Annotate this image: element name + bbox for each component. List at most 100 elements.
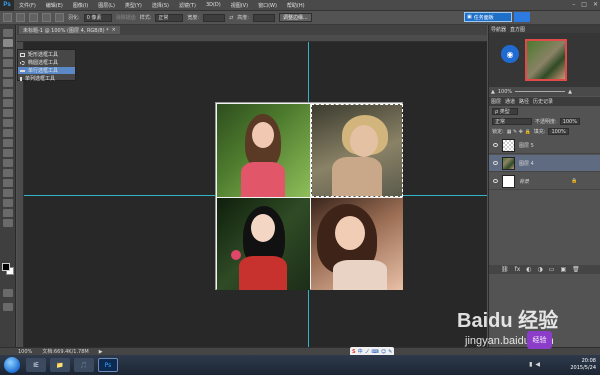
- foreground-color-swatch[interactable]: [2, 263, 10, 271]
- layer-mask-icon[interactable]: ◐: [526, 266, 531, 273]
- handwriting-icon[interactable]: ✎: [388, 349, 392, 355]
- link-layers-icon[interactable]: ⛓: [501, 266, 509, 273]
- crop-tool-icon[interactable]: [3, 69, 13, 77]
- zoom-in-icon[interactable]: ▲: [568, 89, 572, 95]
- add-selection-icon[interactable]: [29, 13, 38, 22]
- swap-icon[interactable]: ⇄: [229, 15, 233, 21]
- eyedropper-tool-icon[interactable]: [3, 79, 13, 87]
- dodge-tool-icon[interactable]: [3, 159, 13, 167]
- lock-icons[interactable]: ▦ ✎ ✥ 🔒: [507, 129, 531, 135]
- eraser-tool-icon[interactable]: [3, 129, 13, 137]
- subtract-selection-icon[interactable]: [42, 13, 51, 22]
- blend-mode-select[interactable]: 正常: [492, 118, 532, 125]
- zoom-tool-icon[interactable]: [3, 219, 13, 227]
- history-brush-tool-icon[interactable]: [3, 119, 13, 127]
- menu-window[interactable]: 窗口(W): [253, 2, 282, 9]
- feather-input[interactable]: 0 像素: [83, 13, 112, 22]
- tab-channels[interactable]: 通道: [505, 98, 515, 105]
- layer-row[interactable]: 背景 🔒: [489, 173, 600, 190]
- healing-brush-tool-icon[interactable]: [3, 89, 13, 97]
- emoji-icon[interactable]: ☺: [381, 349, 386, 355]
- taskbar-ie[interactable]: IE: [26, 358, 46, 372]
- sogou-icon[interactable]: S: [352, 349, 356, 355]
- new-group-icon[interactable]: ▭: [549, 266, 555, 273]
- taskbar-clock[interactable]: 20:08 2015/5/24: [570, 358, 596, 372]
- task-panel-badge[interactable]: ▣ 任务面板: [464, 12, 512, 22]
- brush-tool-icon[interactable]: [3, 99, 13, 107]
- menu-filter[interactable]: 滤镜(T): [174, 2, 201, 9]
- flyout-item-elliptical-marquee[interactable]: 椭圆选框工具: [18, 59, 75, 66]
- new-selection-icon[interactable]: [16, 13, 25, 22]
- flyout-item-rectangular-marquee[interactable]: 矩形选框工具: [18, 51, 75, 58]
- close-icon[interactable]: ✕: [593, 1, 598, 8]
- eye-icon[interactable]: [493, 143, 498, 147]
- antialias-checkbox[interactable]: 消除锯齿: [116, 14, 136, 21]
- clone-stamp-tool-icon[interactable]: [3, 109, 13, 117]
- taskbar-media[interactable]: 🎵: [74, 358, 94, 372]
- lasso-tool-icon[interactable]: [3, 49, 13, 57]
- volume-icon[interactable]: ◀: [535, 361, 540, 368]
- quick-mask-icon[interactable]: [3, 289, 13, 297]
- navigator-preview[interactable]: ◉: [489, 33, 600, 87]
- menu-type[interactable]: 类型(Y): [120, 2, 147, 9]
- marquee-tool-preset-icon[interactable]: [3, 13, 12, 22]
- taskbar-photoshop[interactable]: Ps: [98, 358, 118, 372]
- document-canvas[interactable]: [215, 102, 403, 290]
- horizontal-ruler[interactable]: [17, 35, 487, 42]
- tab-paths[interactable]: 路径: [519, 98, 529, 105]
- menu-3d[interactable]: 3D(D): [201, 2, 226, 8]
- flyout-item-single-row-marquee[interactable]: 单行选框工具: [18, 67, 75, 74]
- close-tab-icon[interactable]: ×: [112, 27, 116, 33]
- layer-kind-select[interactable]: ρ 类型: [492, 108, 518, 115]
- gradient-tool-icon[interactable]: [3, 139, 13, 147]
- menu-help[interactable]: 帮助(H): [282, 2, 310, 9]
- menu-view[interactable]: 视图(V): [226, 2, 253, 9]
- delete-layer-icon[interactable]: 🗑: [572, 266, 580, 273]
- type-tool-icon[interactable]: [3, 179, 13, 187]
- width-input[interactable]: [203, 13, 226, 22]
- quick-select-tool-icon[interactable]: [3, 59, 13, 67]
- adjustment-layer-icon[interactable]: ◑: [538, 266, 543, 273]
- new-layer-icon[interactable]: ▣: [560, 266, 566, 273]
- tab-navigator[interactable]: 导航器: [491, 26, 506, 33]
- menu-layer[interactable]: 图层(L): [93, 2, 120, 9]
- layer-row[interactable]: 图层 5: [489, 137, 600, 154]
- start-button[interactable]: [4, 357, 20, 373]
- navigator-view-box[interactable]: [525, 39, 567, 81]
- restore-icon[interactable]: □: [581, 1, 587, 8]
- status-arrow-icon[interactable]: ▶: [99, 349, 103, 355]
- marquee-tool-icon[interactable]: [3, 39, 13, 47]
- opacity-input[interactable]: 100%: [559, 118, 580, 125]
- navigator-zoom-value[interactable]: 100%: [498, 89, 512, 95]
- minimize-icon[interactable]: –: [572, 1, 575, 8]
- flyout-item-single-column-marquee[interactable]: 单列选框工具: [18, 75, 75, 82]
- network-icon[interactable]: ▮: [529, 361, 532, 368]
- menu-select[interactable]: 选择(S): [147, 2, 174, 9]
- layer-style-icon[interactable]: fx: [515, 266, 521, 273]
- hand-tool-icon[interactable]: [3, 209, 13, 217]
- tab-history[interactable]: 历史记录: [533, 98, 553, 105]
- screen-mode-icon[interactable]: [3, 303, 13, 311]
- intersect-selection-icon[interactable]: [55, 13, 64, 22]
- shape-tool-icon[interactable]: [3, 199, 13, 207]
- menu-image[interactable]: 图像(I): [68, 2, 93, 9]
- zoom-slider[interactable]: [515, 91, 566, 92]
- height-input[interactable]: [252, 13, 275, 22]
- chinese-mode-icon[interactable]: 中: [358, 348, 363, 355]
- move-tool-icon[interactable]: [3, 29, 13, 37]
- workspace-select[interactable]: [514, 12, 530, 22]
- refine-edge-button[interactable]: 调整边缘...: [278, 13, 312, 22]
- document-tab[interactable]: 未标题-1 @ 100% (图层 4, RGB/8) * ×: [19, 26, 120, 34]
- blur-tool-icon[interactable]: [3, 149, 13, 157]
- eye-icon[interactable]: [493, 161, 498, 165]
- pen-tool-icon[interactable]: [3, 169, 13, 177]
- canvas-workspace[interactable]: [24, 42, 487, 347]
- status-zoom[interactable]: 100%: [18, 349, 32, 355]
- style-select[interactable]: 正常: [155, 13, 184, 22]
- path-selection-tool-icon[interactable]: [3, 189, 13, 197]
- vertical-ruler[interactable]: [17, 42, 24, 347]
- layer-row[interactable]: 图层 4: [489, 155, 600, 172]
- fill-input[interactable]: 100%: [548, 128, 569, 135]
- zoom-out-icon[interactable]: ▲: [491, 89, 495, 95]
- tab-histogram[interactable]: 直方图: [510, 26, 525, 33]
